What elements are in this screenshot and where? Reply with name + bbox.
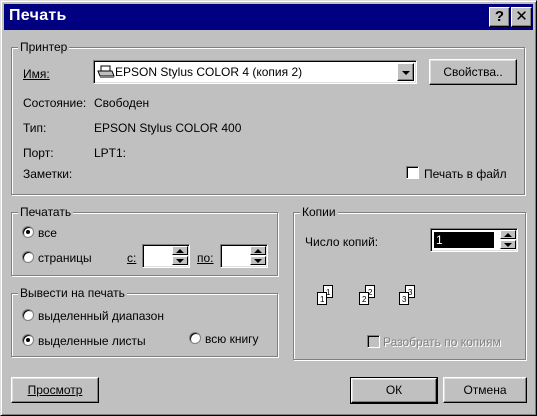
from-spin-up[interactable]	[172, 246, 188, 255]
print-range-group-label: Печатать	[18, 205, 74, 219]
spin-up-icon	[254, 249, 262, 253]
preview-button-label: Просмотр	[27, 383, 83, 397]
title-bar[interactable]: Печать ? ✕	[4, 4, 533, 30]
spin-down-icon	[176, 259, 184, 263]
chevron-down-icon	[402, 71, 410, 75]
printer-icon	[97, 65, 115, 82]
to-page-spinner[interactable]	[220, 244, 268, 268]
collate-checkbox[interactable]	[367, 335, 380, 348]
selection-label[interactable]: выделенный диапазон	[38, 309, 164, 323]
range-all-radio[interactable]	[22, 226, 34, 238]
copies-spin-down[interactable]	[500, 240, 516, 249]
close-button[interactable]: ✕	[511, 7, 532, 27]
spin-down-icon	[254, 259, 262, 263]
spin-up-icon	[176, 249, 184, 253]
printer-name-label-text: Имя:	[23, 67, 50, 81]
help-button[interactable]: ?	[489, 7, 510, 27]
page-icon: 1	[317, 292, 327, 305]
close-icon: ✕	[515, 8, 528, 25]
entire-workbook-radio[interactable]	[189, 332, 201, 344]
active-sheets-label[interactable]: выделенные листы	[38, 334, 146, 348]
port-value: LPT1:	[94, 146, 127, 160]
copies-count-value[interactable]: 1	[434, 232, 494, 248]
to-label: по:	[197, 251, 214, 265]
selection-radio[interactable]	[22, 309, 34, 321]
copies-spin-up[interactable]	[500, 230, 516, 239]
printer-name-label: Имя:	[23, 67, 50, 81]
printer-dropdown-button[interactable]	[397, 63, 414, 81]
from-label: с:	[127, 251, 137, 265]
spin-up-icon	[504, 233, 512, 237]
printer-name-value: EPSON Stylus COLOR 4 (копия 2)	[115, 65, 303, 79]
range-all-label[interactable]: все	[38, 226, 57, 240]
printer-select[interactable]: EPSON Stylus COLOR 4 (копия 2)	[93, 60, 417, 84]
from-page-spinner[interactable]	[142, 244, 190, 268]
print-to-file-checkbox[interactable]	[406, 166, 419, 179]
to-spin-down[interactable]	[250, 256, 266, 265]
type-value: EPSON Stylus COLOR 400	[94, 121, 242, 135]
entire-workbook-label[interactable]: всю книгу	[205, 332, 259, 346]
page-icon: 2	[359, 292, 369, 305]
printer-group-label: Принтер	[18, 40, 70, 54]
help-icon: ?	[494, 8, 505, 25]
to-spin-up[interactable]	[250, 246, 266, 255]
range-pages-radio[interactable]	[22, 251, 34, 263]
page-icon: 3	[399, 292, 409, 305]
range-pages-label[interactable]: страницы	[38, 251, 92, 265]
preview-button[interactable]: Просмотр	[11, 377, 99, 403]
port-label: Порт:	[23, 146, 54, 160]
print-what-group-label: Вывести на печать	[18, 286, 127, 300]
copies-group-label: Копии	[300, 205, 338, 219]
active-sheets-radio[interactable]	[22, 334, 34, 346]
type-label: Тип:	[23, 121, 47, 135]
collate-label: Разобрать по копиям	[383, 335, 501, 349]
properties-button[interactable]: Свойства..	[429, 59, 517, 85]
copies-count-label: Число копий:	[305, 235, 379, 249]
print-to-file-label[interactable]: Печать в файл	[424, 167, 507, 181]
spin-down-icon	[504, 243, 512, 247]
status-label: Состояние:	[23, 96, 87, 110]
window-title: Печать	[9, 7, 67, 24]
notes-label: Заметки:	[23, 167, 73, 181]
status-value: Свободен	[94, 96, 150, 110]
print-dialog: Печать ? ✕ Принтер Имя: EPSON Stylus COL…	[0, 0, 537, 416]
from-spin-down[interactable]	[172, 256, 188, 265]
ok-button[interactable]: ОК	[350, 377, 438, 404]
copies-count-spinner[interactable]: 1	[430, 228, 518, 252]
cancel-button[interactable]: Отмена	[443, 377, 527, 403]
